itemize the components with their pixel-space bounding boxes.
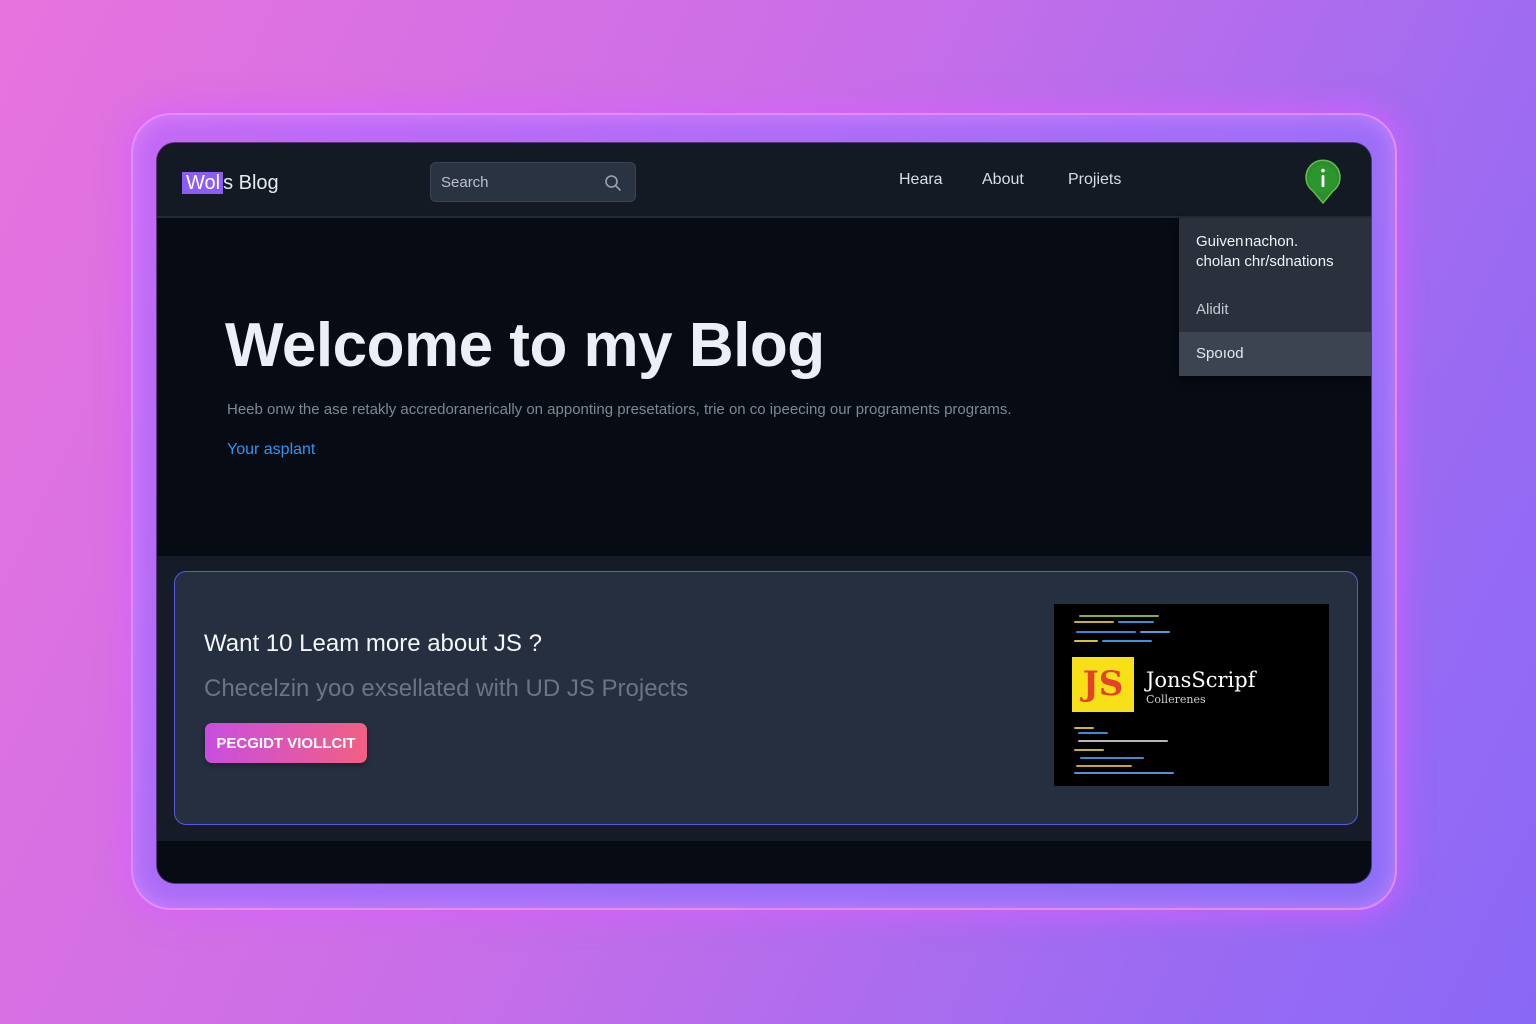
nav-link-home[interactable]: Heara xyxy=(899,171,943,189)
hero-title: Welcome to my Blog xyxy=(225,311,825,380)
promo-subtitle: Checelzin yoo exsellated with UD JS Proj… xyxy=(204,675,689,702)
dropdown-item-1[interactable]: Guiven nachon. cholan chr/sdnations xyxy=(1179,232,1371,292)
browser-window: Wols Blog Heara About Projiets Welcome t xyxy=(157,143,1371,883)
promo-section: Want 10 Leam more about JS ? Checelzin y… xyxy=(157,556,1371,841)
code-line xyxy=(1074,640,1098,642)
dropdown-item-2[interactable]: Alidit xyxy=(1179,288,1371,332)
promo-button[interactable]: PECGIDT VIOLLCIT xyxy=(205,723,367,763)
site-logo[interactable]: Wol s Blog xyxy=(182,172,279,195)
search-input[interactable] xyxy=(431,163,601,201)
info-pin-icon[interactable] xyxy=(1303,157,1343,205)
code-line xyxy=(1074,621,1114,623)
nav-link-about[interactable]: About xyxy=(982,171,1024,189)
footer-strip xyxy=(157,841,1371,883)
search-box xyxy=(430,162,636,202)
code-line xyxy=(1078,740,1168,742)
dropdown-item-1-line-2: cholan chr/sdnations xyxy=(1196,253,1334,270)
hero-link[interactable]: Your asplant xyxy=(227,441,315,459)
thumbnail-title: JonsScripf xyxy=(1146,668,1256,692)
code-line xyxy=(1076,765,1132,767)
navbar: Wols Blog Heara About Projiets xyxy=(157,143,1371,218)
code-line xyxy=(1118,621,1154,623)
code-line xyxy=(1140,631,1170,633)
code-line xyxy=(1078,732,1108,734)
thumbnail-subtitle: Collerenes xyxy=(1146,693,1206,706)
code-line xyxy=(1074,772,1174,774)
js-badge: JS xyxy=(1072,657,1134,712)
promo-title: Want 10 Leam more about JS ? xyxy=(204,630,542,657)
promo-card: Want 10 Leam more about JS ? Checelzin y… xyxy=(174,571,1358,825)
logo-text: s Blog xyxy=(223,172,279,194)
logo-highlight: Wol xyxy=(182,172,224,194)
dropdown-item-1-line-1: Guiven nachon. xyxy=(1196,233,1299,250)
code-line xyxy=(1102,640,1152,642)
js-thumbnail[interactable]: JS JonsScripf Collerenes xyxy=(1054,604,1329,786)
dropdown-item-3[interactable]: Spoıod xyxy=(1179,332,1371,376)
nav-link-projects[interactable]: Projiets xyxy=(1068,171,1121,189)
code-line xyxy=(1079,615,1159,617)
search-icon[interactable] xyxy=(604,174,622,192)
code-line xyxy=(1074,749,1104,751)
code-line xyxy=(1074,727,1094,729)
code-line xyxy=(1076,631,1136,633)
code-line xyxy=(1080,757,1144,759)
hero-description: Heeb onw the ase retakly accredoranerica… xyxy=(227,401,1012,418)
dropdown-menu: Guiven nachon. cholan chr/sdnations Alid… xyxy=(1179,218,1371,376)
